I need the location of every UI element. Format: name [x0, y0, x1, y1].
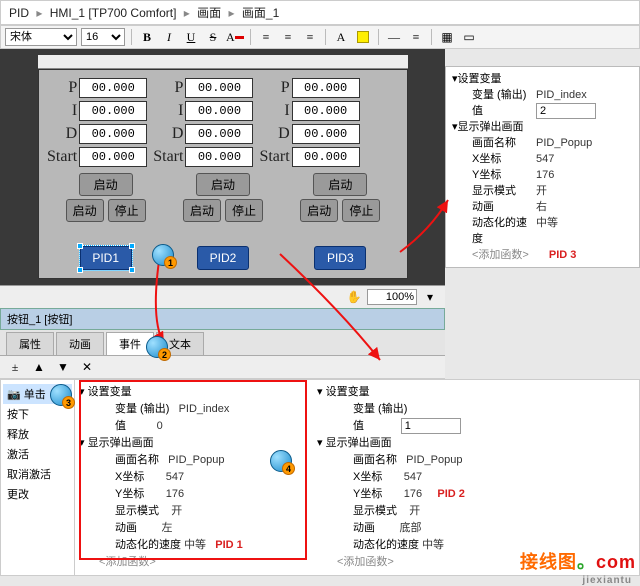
- i-value-field[interactable]: 00.000: [292, 101, 360, 121]
- d-value-field[interactable]: 00.000: [185, 124, 253, 144]
- chevron-right-icon: ▸: [184, 6, 190, 20]
- tab-properties[interactable]: 属性: [6, 332, 54, 355]
- italic-button[interactable]: I: [160, 28, 178, 46]
- add-function-row[interactable]: <添加函数>: [79, 554, 309, 571]
- stop-button-2[interactable]: 停止: [225, 199, 263, 222]
- event-list: 📷 单击 按下 释放 激活 取消激活 更改: [1, 380, 75, 575]
- p-value-field[interactable]: 00.000: [292, 78, 360, 98]
- stop-button-1[interactable]: 停止: [108, 199, 146, 222]
- p-value-field[interactable]: 00.000: [185, 78, 253, 98]
- align-center-button[interactable]: ≡: [279, 28, 297, 46]
- i-value-field[interactable]: 00.000: [79, 101, 147, 121]
- bc-root[interactable]: PID: [9, 6, 29, 20]
- bc-screen[interactable]: 画面_1: [242, 6, 279, 20]
- pid2-button[interactable]: PID2: [197, 246, 249, 270]
- pid2-tag: PID 2: [437, 488, 465, 500]
- bc-group[interactable]: 画面: [197, 6, 221, 20]
- strike-button[interactable]: S: [204, 28, 222, 46]
- run-button-1[interactable]: 启动: [79, 173, 133, 196]
- event-change[interactable]: 更改: [3, 484, 72, 504]
- i-value-field[interactable]: 00.000: [185, 101, 253, 121]
- event-deactivate[interactable]: 取消激活: [3, 464, 72, 484]
- property-tabs: 属性 动画 事件 文本: [0, 330, 445, 356]
- start-value-field[interactable]: 00.000: [292, 147, 360, 167]
- event-release[interactable]: 释放: [3, 424, 72, 444]
- selected-object-title: 按钮_1 [按钮]: [0, 308, 445, 330]
- bold-button[interactable]: B: [138, 28, 156, 46]
- tab-animation[interactable]: 动画: [56, 332, 104, 355]
- label-i: I: [72, 101, 77, 121]
- label-p: P: [68, 78, 77, 98]
- delete-function-button[interactable]: ✕: [78, 358, 96, 376]
- breadcrumb: PID ▸ HMI_1 [TP700 Comfort] ▸ 画面 ▸ 画面_1: [0, 0, 640, 25]
- start-button-1[interactable]: 启动: [66, 199, 104, 222]
- start-button-2[interactable]: 启动: [183, 199, 221, 222]
- event-press[interactable]: 按下: [3, 404, 72, 424]
- events-toolbar: ± ▲ ▼ ✕: [0, 356, 445, 379]
- fn-set-variable[interactable]: 设置变量: [79, 384, 309, 401]
- function-list-pid1[interactable]: 设置变量 变量 (输出) PID_index 值 0 显示弹出画面 画面名称 P…: [79, 384, 309, 571]
- line-style-button[interactable]: —: [385, 28, 403, 46]
- pid1-button[interactable]: PID1: [80, 246, 132, 270]
- d-value-field[interactable]: 00.000: [79, 124, 147, 144]
- move-down-button[interactable]: ▼: [54, 358, 72, 376]
- format-toolbar: 宋体 16 B I U S A ≡ ≡ ≡ A — ≡ ▦ ▭: [0, 25, 640, 49]
- function-list-pid3[interactable]: ▾ 设置变量 变量 (输出)PID_index 值 ▾ 显示弹出画面 画面名称P…: [445, 66, 640, 268]
- hmi-canvas[interactable]: P I D Start 00.000 00.000 00.000 00.000 …: [38, 69, 408, 279]
- tab-text[interactable]: 文本: [156, 332, 204, 355]
- zoom-bar: ✋ ▾: [0, 285, 445, 308]
- grid-button[interactable]: ▦: [438, 28, 456, 46]
- run-button-3[interactable]: 启动: [313, 173, 367, 196]
- ruler-horizontal: [38, 55, 408, 69]
- hand-tool-button[interactable]: ✋: [345, 288, 363, 306]
- start-value-field[interactable]: 00.000: [79, 147, 147, 167]
- align-right-button[interactable]: ≡: [301, 28, 319, 46]
- fill-color-button[interactable]: [354, 28, 372, 46]
- font-color-button[interactable]: A: [226, 28, 244, 46]
- p-value-field[interactable]: 00.000: [79, 78, 147, 98]
- stop-button-3[interactable]: 停止: [342, 199, 380, 222]
- bc-device[interactable]: HMI_1 [TP700 Comfort]: [50, 6, 177, 20]
- chevron-right-icon: ▸: [229, 6, 235, 20]
- d-value-field[interactable]: 00.000: [292, 124, 360, 144]
- line-weight-button[interactable]: ≡: [407, 28, 425, 46]
- move-up-button[interactable]: ▲: [30, 358, 48, 376]
- pid3-button[interactable]: PID3: [314, 246, 366, 270]
- event-click[interactable]: 📷 单击: [3, 384, 72, 404]
- pid3-tag: PID 3: [549, 247, 577, 263]
- chevron-right-icon: ▸: [36, 6, 42, 20]
- font-size-select[interactable]: 16: [81, 28, 125, 46]
- value-input-pid3[interactable]: [536, 103, 596, 119]
- value-input-pid2[interactable]: [401, 418, 461, 434]
- start-value-field[interactable]: 00.000: [185, 147, 253, 167]
- underline-button[interactable]: U: [182, 28, 200, 46]
- fn-show-popup[interactable]: 显示弹出画面: [79, 435, 309, 452]
- label-d: D: [66, 124, 78, 144]
- add-function-button[interactable]: ±: [6, 358, 24, 376]
- font-family-select[interactable]: 宋体: [5, 28, 77, 46]
- run-button-2[interactable]: 启动: [196, 173, 250, 196]
- event-activate[interactable]: 激活: [3, 444, 72, 464]
- screen-editor: P I D Start 00.000 00.000 00.000 00.000 …: [0, 49, 445, 285]
- start-button-3[interactable]: 启动: [300, 199, 338, 222]
- align-left-button[interactable]: ≡: [257, 28, 275, 46]
- function-list-pid2[interactable]: 设置变量 变量 (输出) 值 显示弹出画面 画面名称 PID_Popup X坐标…: [317, 384, 557, 571]
- text-color-a-button[interactable]: A: [332, 28, 350, 46]
- group-button[interactable]: ▭: [460, 28, 478, 46]
- zoom-dropdown-button[interactable]: ▾: [421, 288, 439, 306]
- label-start: Start: [47, 147, 77, 167]
- tab-events[interactable]: 事件: [106, 332, 154, 355]
- pid1-tag: PID 1: [215, 539, 243, 551]
- zoom-input[interactable]: [367, 289, 417, 305]
